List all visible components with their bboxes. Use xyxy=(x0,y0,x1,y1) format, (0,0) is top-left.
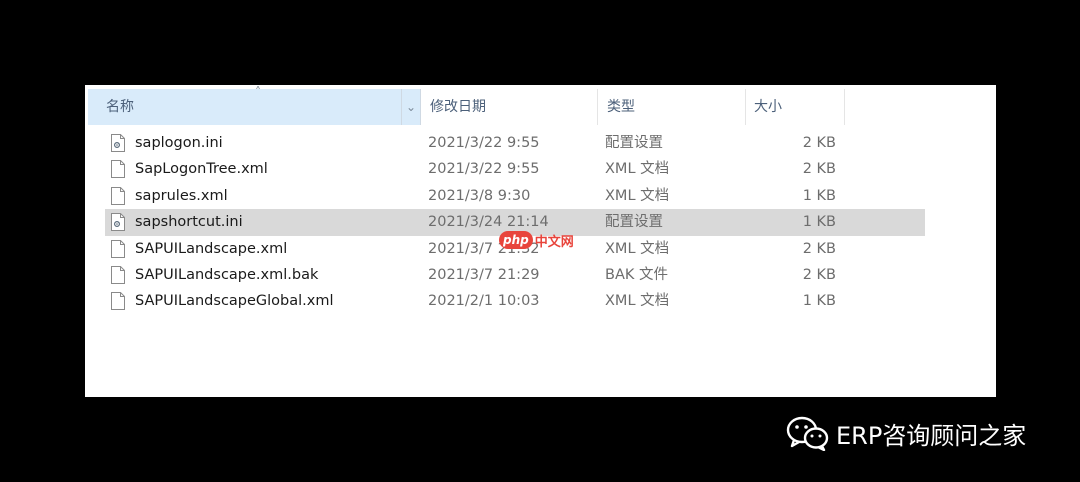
php-cn-watermark: php 中文网 xyxy=(499,231,574,250)
php-badge: php xyxy=(499,231,533,249)
column-header-type[interactable]: 类型 xyxy=(598,89,746,125)
file-size: 1 KB xyxy=(802,293,836,310)
file-size: 1 KB xyxy=(802,214,836,231)
file-type: BAK 文件 xyxy=(605,266,668,283)
column-header-date-label: 修改日期 xyxy=(430,99,486,115)
file-row[interactable]: SAPUILandscapeGlobal.xml 2021/2/1 10:03 … xyxy=(105,288,925,314)
screenshot-stage: ˄ 名称 ⌄ 修改日期 类型 大小 saplogon.ini 2021/3/22… xyxy=(0,0,1080,482)
file-list: saplogon.ini 2021/3/22 9:55 配置设置 2 KB Sa… xyxy=(105,130,925,315)
file-row[interactable]: SapLogonTree.xml 2021/3/22 9:55 XML 文档 2… xyxy=(105,156,925,182)
wechat-icon xyxy=(786,415,830,452)
file-type: 配置设置 xyxy=(605,214,663,231)
ini-settings-icon xyxy=(111,134,125,152)
document-icon xyxy=(111,292,125,311)
file-type: XML 文档 xyxy=(605,161,670,178)
file-row[interactable]: saprules.xml 2021/3/8 9:30 XML 文档 1 KB xyxy=(105,183,925,209)
file-name: sapshortcut.ini xyxy=(135,214,243,231)
file-name: saplogon.ini xyxy=(135,135,223,151)
file-row[interactable]: saplogon.ini 2021/3/22 9:55 配置设置 2 KB xyxy=(105,130,925,156)
document-icon xyxy=(111,239,125,258)
file-type: XML 文档 xyxy=(605,187,670,204)
column-header-size[interactable]: 大小 xyxy=(746,89,845,125)
file-name: SAPUILandscapeGlobal.xml xyxy=(135,293,334,310)
file-type: XML 文档 xyxy=(605,240,670,257)
column-header-name[interactable]: ˄ 名称 ⌄ xyxy=(88,85,421,125)
file-name: saprules.xml xyxy=(135,187,228,204)
file-type: 配置设置 xyxy=(605,135,663,151)
sort-ascending-icon: ˄ xyxy=(255,85,261,99)
column-header-type-label: 类型 xyxy=(607,99,635,115)
file-row[interactable]: SAPUILandscape.xml.bak 2021/3/7 21:29 BA… xyxy=(105,262,925,288)
document-icon xyxy=(111,160,125,179)
column-header-name-label: 名称 xyxy=(106,99,134,115)
file-size: 1 KB xyxy=(802,187,836,204)
file-size: 2 KB xyxy=(802,240,836,257)
column-header-row: ˄ 名称 ⌄ 修改日期 类型 大小 xyxy=(88,85,928,125)
file-name: SAPUILandscape.xml.bak xyxy=(135,266,319,283)
file-size: 2 KB xyxy=(802,161,836,178)
file-type: XML 文档 xyxy=(605,293,670,310)
chevron-down-icon: ⌄ xyxy=(405,100,417,114)
file-name: SapLogonTree.xml xyxy=(135,161,268,178)
column-filter-dropdown[interactable]: ⌄ xyxy=(401,89,420,125)
file-modified-date: 2021/3/22 9:55 xyxy=(428,161,540,178)
file-name: SAPUILandscape.xml xyxy=(135,240,288,257)
ini-settings-icon xyxy=(111,213,125,232)
file-modified-date: 2021/2/1 10:03 xyxy=(428,293,540,310)
column-header-date[interactable]: 修改日期 xyxy=(421,89,598,125)
column-header-size-label: 大小 xyxy=(754,99,782,115)
file-size: 2 KB xyxy=(802,135,836,151)
php-watermark-text: 中文网 xyxy=(534,234,574,250)
document-icon xyxy=(111,265,125,284)
document-icon xyxy=(111,186,125,205)
file-modified-date: 2021/3/8 9:30 xyxy=(428,187,531,204)
file-modified-date: 2021/3/7 21:29 xyxy=(428,266,540,283)
file-size: 2 KB xyxy=(802,266,836,283)
brand-footer: ERP咨询顾问之家 xyxy=(786,414,1026,452)
file-modified-date: 2021/3/22 9:55 xyxy=(428,135,540,151)
brand-name: ERP咨询顾问之家 xyxy=(836,421,1027,450)
